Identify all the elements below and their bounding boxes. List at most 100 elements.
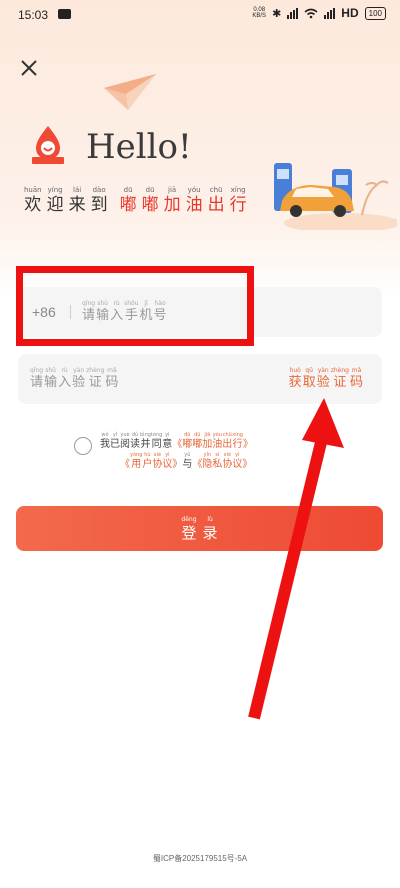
privacy-agreement-link[interactable]: 《 yǐn 隐 sī 私 xié 协 yì 议》 [192, 452, 252, 471]
pinyin: zhèng [330, 367, 349, 374]
hanzi: 议 [162, 459, 173, 470]
pinyin: dū [145, 186, 155, 194]
paper-plane-icon [104, 74, 156, 110]
hanzi: 取 [302, 375, 316, 390]
pinyin: mǎ [107, 367, 117, 374]
login-char: dēng 登 [181, 515, 196, 542]
login-button[interactable]: dēng 登 lù 录 [16, 506, 383, 551]
close-icon [21, 60, 37, 76]
pinyin: jiā [168, 186, 177, 194]
agreement-char: yóu 油 [212, 432, 222, 451]
pinyin: yòng [130, 452, 143, 458]
get-code-char: qǔ 取 [303, 366, 316, 391]
hello-title: Hello! [86, 127, 192, 167]
pinyin: dū [194, 432, 201, 438]
agreement-char: xié 协 [152, 452, 162, 471]
hanzi: 隐 [202, 459, 213, 470]
pinyin: zhèng [86, 367, 105, 374]
verification-code-input[interactable]: qǐng 请 shū 输 rù 入 yàn 验 zhèng 证 mǎ 码 huò 获 qǔ 取 yàn 验 zhè… [18, 354, 382, 404]
agreement-char: yì 议 [232, 452, 242, 471]
hanzi: 获 [288, 375, 302, 390]
hanzi: 油 [212, 439, 223, 450]
hanzi: 行 [229, 195, 247, 215]
hanzi: 与 [182, 459, 193, 470]
hanzi: 》 [242, 439, 253, 450]
welcome-char: yíng 迎 [47, 186, 64, 215]
agreement-char: tóng 同 [151, 432, 162, 451]
pinyin: dū [184, 432, 191, 438]
agreement-char: yì 议 [162, 452, 172, 471]
agreement-checkbox[interactable] [74, 437, 92, 455]
pinyin: yóu [212, 432, 222, 438]
hanzi: 出 [222, 439, 233, 450]
pinyin: tóng [150, 432, 163, 438]
car-gas-station-illustration [274, 163, 397, 230]
pinyin: xíng [232, 432, 243, 438]
pinyin: qǐng [30, 367, 44, 374]
pinyin: yóu [187, 186, 201, 194]
pinyin: lù [207, 516, 213, 523]
hanzi: 读 [130, 439, 140, 450]
brand-char: xíng 行 [230, 186, 247, 215]
hanzi: 验 [316, 375, 330, 390]
placeholder-char: yàn 验 [72, 366, 85, 391]
brand-service-link[interactable]: 《 dū 嘟 dū 嘟 jiā 加 yóu 油 chū 出 xíng 行》 [172, 432, 253, 451]
login-char: lù 录 [203, 515, 218, 542]
hanzi: 同 [151, 439, 162, 450]
agreement-char: 《 [192, 452, 202, 471]
hanzi: 并 [140, 439, 151, 450]
agreement-char: xíng 行 [232, 432, 243, 451]
hanzi: 》 [172, 459, 183, 470]
pinyin: dào [92, 186, 106, 194]
hanzi: 码 [105, 375, 119, 390]
placeholder-char: rù 入 [58, 366, 71, 391]
pinyin: yàn [317, 367, 329, 374]
hanzi: 出 [207, 195, 225, 215]
wifi-icon [304, 8, 318, 18]
get-code-button[interactable]: huò 获 qǔ 取 yàn 验 zhèng 证 mǎ 码 [289, 366, 364, 391]
get-code-char: mǎ 码 [350, 366, 363, 391]
hanzi: 码 [349, 375, 363, 390]
agreement-char: yuè 阅 [120, 432, 130, 451]
hanzi: 《 [172, 439, 183, 450]
pinyin: yì [235, 452, 240, 458]
status-time: 15:03 [18, 8, 49, 22]
hanzi: 输 [44, 375, 58, 390]
pinyin: sī [215, 452, 220, 458]
placeholder-char: shū 输 [44, 366, 57, 391]
hanzi: 迎 [46, 195, 64, 215]
brand-char: yóu 油 [186, 186, 203, 215]
signal-strength-icon-2 [324, 7, 336, 19]
agreement-char: 》 [242, 452, 252, 471]
pinyin: yàn [73, 367, 85, 374]
highlight-box-annotation [16, 266, 254, 346]
get-code-char: zhèng 证 [331, 366, 349, 391]
hanzi: 加 [202, 439, 213, 450]
placeholder-char: qǐng 请 [30, 366, 43, 391]
user-agreement-link[interactable]: 《 yòng 用 hù 户 xié 协 yì 议》 [120, 452, 182, 471]
pinyin: xié [153, 452, 162, 458]
hanzi: 请 [30, 375, 44, 390]
pinyin: yǔ [184, 452, 191, 458]
pinyin: yì [165, 432, 170, 438]
agreement-char: yǐ 已 [110, 432, 120, 451]
agreement-char: jiā 加 [202, 432, 212, 451]
agreement-char: 《 [172, 432, 182, 451]
agreement-char: yì 意 [162, 432, 172, 451]
pinyin: qǔ [305, 367, 313, 374]
app-logo [30, 124, 66, 164]
network-speed: 0.08 KB/S [252, 7, 267, 19]
hanzi: 到 [90, 195, 108, 215]
pinyin: xíng [230, 186, 246, 194]
pinyin: yǐ [112, 432, 118, 438]
hanzi: 加 [163, 195, 181, 215]
pinyin: dū [123, 186, 133, 194]
agreement-char: bìng 并 [140, 432, 151, 451]
pinyin: yuè [120, 432, 130, 438]
close-button[interactable] [14, 53, 44, 83]
pinyin: wǒ [101, 432, 109, 438]
hanzi: 阅 [120, 439, 130, 450]
hanzi: 协 [222, 459, 233, 470]
pinyin: mǎ [351, 367, 362, 374]
brand-char: dū 嘟 [120, 186, 137, 215]
